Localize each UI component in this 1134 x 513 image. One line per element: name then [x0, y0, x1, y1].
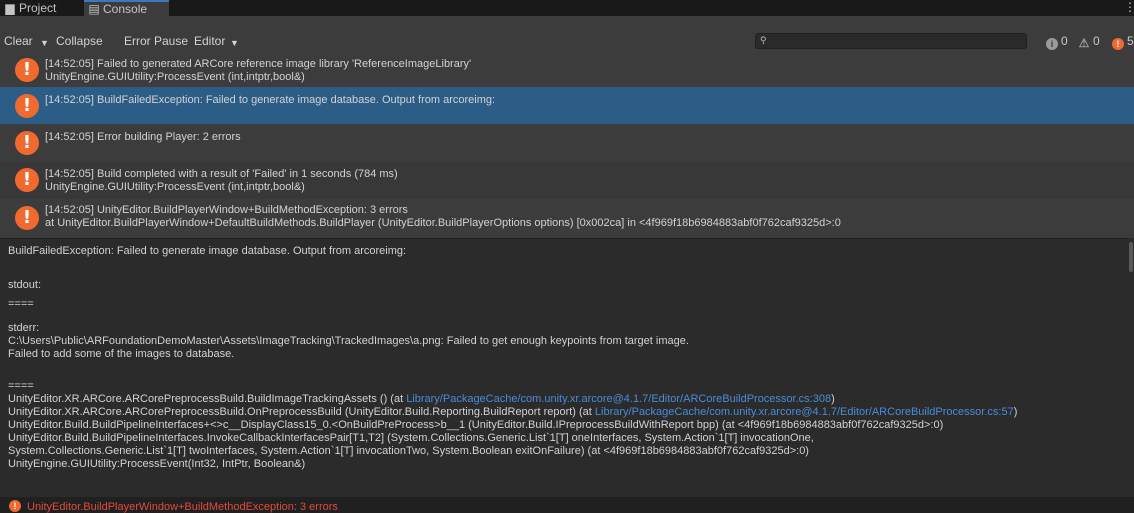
- clear-dropdown-icon[interactable]: ▼: [40, 35, 49, 51]
- stack-trace-text: UnityEditor.XR.ARCore.ARCorePreprocessBu…: [8, 406, 595, 418]
- stack-trace-text: ): [1013, 406, 1018, 418]
- tab-project[interactable]: ▆ Project: [0, 0, 84, 16]
- stack-trace-text: UnityEditor.XR.ARCore.ARCorePreprocessBu…: [8, 393, 407, 405]
- log-entry[interactable]: ! [14:52:05] Build completed with a resu…: [0, 162, 1134, 199]
- error-icon: !: [15, 206, 39, 230]
- detail-stdout-label: stdout:: [8, 279, 42, 291]
- info-count-toggle[interactable]: i0: [1046, 33, 1068, 50]
- status-bar[interactable]: ! UnityEditor.BuildPlayerWindow+BuildMet…: [0, 497, 1134, 513]
- search-box[interactable]: ⚲: [755, 33, 1027, 49]
- search-input[interactable]: [772, 34, 1022, 48]
- log-detail-pane[interactable]: BuildFailedException: Failed to generate…: [0, 238, 1128, 498]
- scrollbar-thumb[interactable]: [1129, 242, 1133, 272]
- error-icon: !: [9, 500, 21, 512]
- log-message: [14:52:05] BuildFailedException: Failed …: [45, 94, 496, 106]
- error-icon: !: [15, 168, 39, 192]
- error-icon: !: [15, 131, 39, 155]
- error-count-toggle[interactable]: ! 5: [1112, 33, 1134, 50]
- log-entry[interactable]: ! [14:52:05] UnityEditor.BuildPlayerWind…: [0, 199, 1134, 238]
- status-message: UnityEditor.BuildPlayerWindow+BuildMetho…: [27, 501, 338, 513]
- stack-trace-line: UnityEditor.XR.ARCore.ARCorePreprocessBu…: [8, 393, 835, 406]
- detail-stderr-line: Failed to add some of the images to data…: [8, 348, 235, 360]
- console-toolbar: Clear ▼ Collapse Error Pause Editor ▼ ⚲ …: [0, 16, 1134, 52]
- tab-console-label: Console: [103, 2, 148, 16]
- folder-icon: ▆: [5, 1, 15, 15]
- error-pause-toggle[interactable]: Error Pause: [124, 33, 188, 49]
- log-list: ! [14:52:05] Failed to generated ARCore …: [0, 52, 1134, 238]
- log-message: [14:52:05] Failed to generated ARCore re…: [45, 58, 472, 70]
- stack-trace-line: UnityEditor.XR.ARCore.ARCorePreprocessBu…: [8, 406, 1017, 419]
- warning-icon: ⚠: [1078, 36, 1090, 50]
- collapse-toggle[interactable]: Collapse: [56, 33, 103, 49]
- error-count: 5: [1127, 34, 1134, 48]
- warning-count-toggle[interactable]: ⚠ 0: [1078, 33, 1100, 49]
- clear-button[interactable]: Clear: [4, 33, 33, 49]
- more-options-icon[interactable]: ⋮: [1124, 0, 1134, 16]
- stack-trace-text: ): [831, 393, 835, 405]
- tab-console[interactable]: ▤ Console: [84, 0, 169, 16]
- editor-dropdown[interactable]: Editor: [194, 33, 225, 49]
- detail-stderr-line: C:\Users\Public\ARFoundationDemoMaster\A…: [8, 335, 689, 347]
- detail-stderr-label: stderr:: [8, 322, 40, 334]
- log-entry-selected[interactable]: ! [14:52:05] BuildFailedException: Faile…: [0, 87, 1134, 124]
- stack-trace-link[interactable]: Library/PackageCache/com.unity.xr.arcore…: [406, 393, 831, 405]
- detail-scrollbar[interactable]: [1128, 238, 1134, 497]
- log-message: [14:52:05] Error building Player: 2 erro…: [45, 131, 241, 143]
- error-icon: !: [15, 94, 39, 118]
- stack-trace-line: System.Collections.Generic.List`1[T] two…: [8, 445, 809, 457]
- stack-trace-line: UnityEditor.Build.BuildPipelineInterface…: [8, 419, 944, 431]
- stack-trace-link[interactable]: Library/PackageCache/com.unity.xr.arcore…: [595, 406, 1014, 418]
- editor-dropdown-arrow-icon[interactable]: ▼: [230, 35, 239, 51]
- error-icon: !: [15, 58, 39, 82]
- log-entry[interactable]: ! [14:52:05] Failed to generated ARCore …: [0, 52, 1134, 87]
- info-icon: i: [1046, 38, 1058, 50]
- stack-trace-line: UnityEditor.Build.BuildPipelineInterface…: [8, 432, 814, 444]
- tab-project-label: Project: [19, 1, 57, 15]
- detail-header: BuildFailedException: Failed to generate…: [8, 245, 407, 257]
- log-stack-first-line: UnityEngine.GUIUtility:ProcessEvent (int…: [45, 71, 305, 83]
- stack-trace-line: UnityEngine.GUIUtility:ProcessEvent(Int3…: [8, 458, 306, 470]
- log-message: [14:52:05] Build completed with a result…: [45, 168, 398, 180]
- detail-separator: ====: [8, 298, 34, 310]
- log-stack-first-line: UnityEngine.GUIUtility:ProcessEvent (int…: [45, 181, 305, 193]
- error-icon: !: [1112, 38, 1124, 50]
- console-icon: ▤: [88, 2, 100, 16]
- tab-bar: ▆ Project ▤ Console ⋮: [0, 0, 1134, 16]
- log-stack-first-line: at UnityEditor.BuildPlayerWindow+Default…: [45, 217, 841, 229]
- warning-count: 0: [1093, 34, 1100, 48]
- log-message: [14:52:05] UnityEditor.BuildPlayerWindow…: [45, 204, 408, 216]
- log-entry[interactable]: ! [14:52:05] Error building Player: 2 er…: [0, 124, 1134, 162]
- detail-separator: ====: [8, 380, 34, 392]
- info-count: 0: [1061, 34, 1068, 48]
- search-icon: ⚲: [760, 35, 767, 45]
